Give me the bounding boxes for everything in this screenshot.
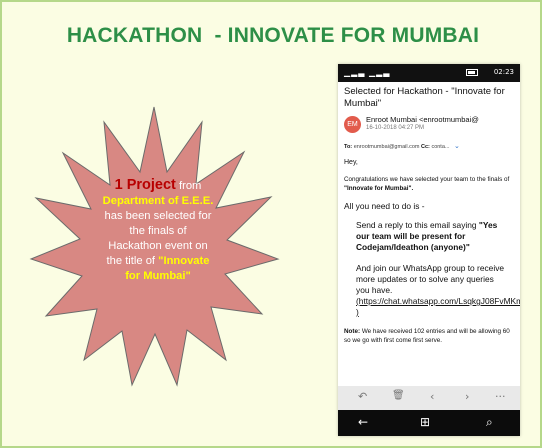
delete-icon[interactable]: 🗑 [392, 390, 405, 401]
chevron-down-icon[interactable]: ⌄ [454, 143, 460, 150]
star-line-6: the title of "Innovate [106, 255, 210, 267]
email-sender[interactable]: EM Enroot Mumbai <enrootmumbai@ 16-10-20… [344, 114, 514, 140]
phone-screenshot: ▁▂▃ ▁▂▃ 02:23 Selected for Hackathon - "… [338, 64, 520, 436]
department-name: Department of E.E.E. [102, 195, 214, 207]
signal-icon: ▁▂▃ ▁▂▃ [344, 68, 391, 77]
star-line-5: Hackathon event on [108, 240, 208, 252]
reply-icon[interactable]: ↶ [358, 390, 367, 403]
avatar: EM [344, 116, 361, 133]
email-note: Note: We have received 102 entries and w… [344, 328, 510, 344]
search-icon[interactable]: ⌕ [486, 415, 493, 430]
sender-date: 16-10-2018 04:27 PM [366, 125, 425, 131]
email-greeting: Hey, [344, 159, 358, 166]
windows-icon[interactable]: ⊞ [420, 415, 430, 429]
project-count: 1 Project [114, 177, 176, 193]
star-line-4: the finals of [129, 225, 187, 237]
email-subject: Selected for Hackathon - "Innovate for M… [344, 86, 505, 109]
email-step-1: Send a reply to this email saying "Yes o… [356, 220, 498, 252]
email-step-2: And join our WhatsApp group to receive m… [356, 263, 520, 318]
email-view: Selected for Hackathon - "Innovate for M… [344, 86, 520, 345]
recipients-line[interactable]: To: enrootmumbai@gmail.com Cc: conta... … [344, 142, 514, 150]
battery-icon [466, 69, 478, 76]
email-action-bar: ↶ 🗑 ‹ › ··· [338, 386, 520, 410]
email-instruction: All you need to do is - [344, 201, 425, 211]
status-bar: ▁▂▃ ▁▂▃ 02:23 [338, 64, 520, 82]
system-nav-bar: ← ⊞ ⌕ [338, 410, 520, 436]
back-arrow-icon[interactable]: ← [358, 415, 368, 429]
star-line-3: has been selected for [104, 210, 212, 222]
next-icon[interactable]: › [465, 390, 469, 403]
star-caption: 1 Project from Department of E.E.E. has … [84, 178, 232, 284]
more-icon[interactable]: ··· [495, 390, 506, 403]
star-line-1: 1 Project from [114, 177, 202, 193]
email-congrats: Congratulations we have selected your te… [344, 176, 510, 192]
sender-name: Enroot Mumbai <enrootmumbai@ [366, 115, 479, 124]
star-line-7: for Mumbai" [125, 270, 191, 282]
slide-title: HACKATHON - INNOVATE FOR MUMBAI [66, 24, 480, 47]
whatsapp-link[interactable]: (https://chat.whatsapp.com/LsqkgJ08FvMKm… [356, 296, 520, 317]
previous-icon[interactable]: ‹ [430, 390, 434, 403]
slide: HACKATHON - INNOVATE FOR MUMBAI 1 Projec… [0, 0, 542, 448]
status-time: 02:23 [493, 68, 514, 76]
